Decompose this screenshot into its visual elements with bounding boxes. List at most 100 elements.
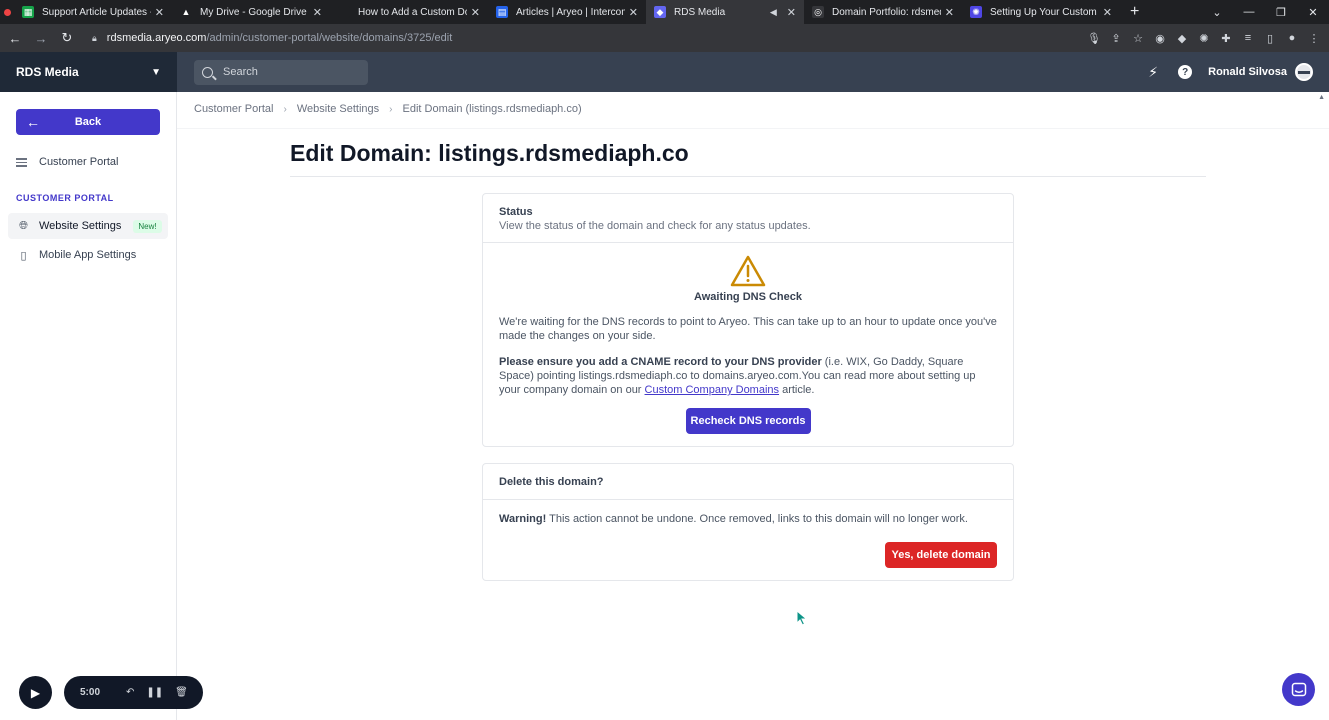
status-card-title: Status [499, 206, 533, 218]
lock-icon: 🔒︎ [92, 32, 97, 43]
breadcrumb-website-settings[interactable]: Website Settings [297, 103, 379, 115]
url-field[interactable]: 🔒︎ rdsmedia.aryeo.com/admin/customer-por… [92, 32, 452, 44]
sidebar-section-label: CUSTOMER PORTAL [16, 193, 114, 203]
avatar[interactable] [1295, 63, 1313, 81]
browser-tab[interactable]: How to Add a Custom Domain ✕ [330, 0, 488, 24]
camera-toggle-button[interactable]: ▶︎ [19, 676, 52, 709]
company-switcher[interactable]: RDS Media ▼ [0, 52, 177, 92]
back-nav-icon[interactable]: ← [4, 31, 26, 46]
bookmark-star-icon[interactable]: ☆ [1131, 32, 1145, 45]
tab-title: Setting Up Your Custom Comp [990, 6, 1099, 18]
sidebar-customer-portal-link[interactable]: Customer Portal [16, 156, 118, 169]
share-icon[interactable]: ⇪ [1109, 32, 1123, 45]
tab-close-icon[interactable]: ✕ [1103, 6, 1112, 19]
delete-warning: Warning! This action cannot be undone. O… [499, 512, 997, 526]
chat-launcher-button[interactable] [1282, 673, 1315, 706]
tab-search-icon[interactable]: ⌄ [1201, 6, 1233, 19]
tab-favicon-icon: ▤ [496, 6, 508, 18]
cname-bold-text: Please ensure you add a CNAME record to … [499, 356, 822, 368]
recheck-dns-button[interactable]: Recheck DNS records [685, 408, 811, 434]
chevron-right-icon: › [389, 103, 393, 115]
breadcrumb-customer-portal[interactable]: Customer Portal [194, 103, 273, 115]
status-message: We're waiting for the DNS records to poi… [499, 316, 997, 342]
new-tab-button[interactable]: + [1130, 3, 1139, 21]
sidebar-customer-portal-label: Customer Portal [39, 156, 119, 169]
user-name[interactable]: Ronald Silvosa [1208, 66, 1287, 78]
chevron-down-icon: ▼ [151, 66, 161, 78]
extensions-puzzle-icon[interactable]: ✚ [1219, 32, 1233, 45]
tab-close-icon[interactable]: ✕ [313, 6, 322, 19]
cname-end-text: article. [779, 384, 815, 396]
tab-title: Support Article Updates - Goo [42, 6, 151, 18]
browser-tab[interactable]: ▲ My Drive - Google Drive ✕ [172, 0, 330, 24]
tab-close-icon[interactable]: ✕ [471, 6, 480, 19]
search-input[interactable] [223, 66, 353, 78]
video-camera-icon: ▶︎ [30, 685, 41, 700]
browser-tab[interactable]: ◆ RDS Media ◀︎ ✕ [646, 0, 804, 24]
delete-domain-button[interactable]: Yes, delete domain [885, 542, 997, 568]
address-bar: ← → ↻ 🔒︎ rdsmedia.aryeo.com/admin/custom… [0, 24, 1329, 52]
menu-icon [16, 156, 27, 169]
tab-close-icon[interactable]: ✕ [945, 6, 954, 19]
browser-tab[interactable]: ▤ Articles | Aryeo | Intercom ✕ [488, 0, 646, 24]
warning-text: This action cannot be undone. Once remov… [546, 513, 968, 525]
brand-name: RDS Media [16, 65, 79, 79]
tab-close-icon[interactable]: ✕ [155, 6, 164, 19]
tab-audio-icon[interactable]: ◀︎ [770, 7, 777, 18]
mic-icon[interactable]: 🎙︎ [1087, 32, 1101, 45]
browser-tab[interactable]: ✺ Setting Up Your Custom Comp ✕ [962, 0, 1120, 24]
undo-icon[interactable]: ↶ [126, 687, 134, 698]
tab-favicon-icon: ◎ [812, 6, 824, 18]
reload-icon[interactable]: ↻ [56, 30, 78, 46]
extension-3-icon[interactable]: ✺ [1197, 32, 1211, 45]
scroll-up-arrow[interactable]: ▲ [1318, 94, 1325, 101]
menu-dots-icon[interactable]: ⋮ [1307, 32, 1321, 45]
close-window-button[interactable]: ✕ [1297, 6, 1329, 19]
tab-close-icon[interactable]: ✕ [787, 6, 796, 19]
warning-icon [730, 255, 766, 287]
page-title: Edit Domain: listings.rdsmediaph.co [290, 140, 689, 166]
url-host: rdsmedia.aryeo.com [106, 32, 207, 44]
profile-icon[interactable]: ● [1285, 32, 1299, 44]
warning-bold: Warning! [499, 513, 547, 525]
tab-close-icon[interactable]: ✕ [629, 6, 638, 19]
sidebar-item-website-settings[interactable]: 🌐︎ Website Settings New! [8, 213, 168, 239]
tab-title: Domain Portfolio: rdsmediaph [832, 6, 941, 18]
sidebar-item-mobile-app-settings[interactable]: ▯ Mobile App Settings [8, 242, 168, 268]
trash-icon[interactable]: 🗑︎ [175, 687, 188, 698]
breadcrumb-current: Edit Domain (listings.rdsmediaph.co) [402, 103, 582, 115]
status-card: Status View the status of the domain and… [482, 193, 1014, 447]
back-button-label: Back [74, 116, 102, 128]
tab-title: Articles | Aryeo | Intercom [516, 6, 625, 18]
search-box[interactable] [194, 59, 368, 85]
browser-tab[interactable]: ▦ Support Article Updates - Goo ✕ [14, 0, 172, 24]
status-label: Awaiting DNS Check [694, 291, 802, 303]
extension-1-icon[interactable]: ◉ [1153, 32, 1167, 45]
custom-company-domains-link[interactable]: Custom Company Domains [645, 384, 780, 396]
pause-icon[interactable]: ❚❚ [146, 687, 163, 698]
help-icon[interactable]: ? [1178, 65, 1193, 79]
extension-2-icon[interactable]: ◆ [1175, 32, 1189, 45]
sidebar-item-label: Mobile App Settings [39, 249, 137, 261]
forward-nav-icon[interactable]: → [30, 31, 52, 46]
minimize-button[interactable]: — [1233, 6, 1265, 18]
back-button[interactable]: ← Back [16, 109, 160, 135]
sidebar-item-label: Website Settings [39, 220, 122, 232]
chat-icon [1291, 682, 1306, 696]
tab-favicon-icon: ▦ [22, 6, 34, 18]
tab-title: How to Add a Custom Domain [358, 6, 467, 18]
restore-button[interactable]: ❐ [1265, 6, 1297, 19]
lightning-icon[interactable]: ⚡︎ [1148, 64, 1158, 81]
sidepanel-icon[interactable]: ▯ [1263, 32, 1277, 45]
status-card-subtitle: View the status of the domain and check … [499, 220, 811, 232]
chevron-right-icon: › [283, 103, 287, 115]
recording-timer: 5:00 [80, 687, 101, 698]
cname-instructions: Please ensure you add a CNAME record to … [499, 355, 997, 397]
top-bar: ⚡︎ ? Ronald Silvosa [177, 52, 1329, 92]
recording-toolbar: 5:00 ↶ ❚❚ 🗑︎ [64, 676, 203, 709]
url-path: /admin/customer-portal/website/domains/3… [206, 32, 453, 44]
mouse-cursor-icon [796, 610, 808, 626]
browser-tab[interactable]: ◎ Domain Portfolio: rdsmediaph ✕ [804, 0, 962, 24]
divider [177, 128, 1329, 129]
media-icon[interactable]: ≡ [1241, 32, 1255, 44]
